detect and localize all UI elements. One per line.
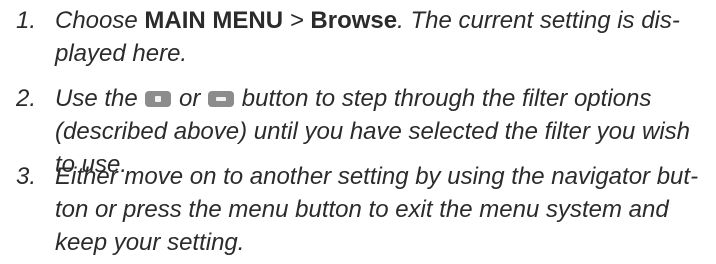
- step-text: or: [172, 85, 208, 112]
- menu-item-browse: Browse: [310, 7, 398, 34]
- step-number: 2.: [16, 85, 37, 112]
- step-text-line: Either move on to another setting by usi…: [55, 163, 699, 190]
- step-number: 1.: [16, 7, 37, 34]
- step-text-line: (described above) until you have selecte…: [55, 118, 691, 145]
- step-text: >: [283, 7, 311, 34]
- minus-button-icon: [208, 91, 235, 107]
- step-text: button to step through the filter option…: [235, 85, 652, 112]
- step-number: 3.: [16, 163, 37, 190]
- step-text: . The current setting is dis-: [397, 7, 680, 34]
- step-text-line: ton or press the menu button to exit the…: [55, 196, 669, 223]
- step-text-line: played here.: [55, 40, 188, 67]
- step-text-line: Choose MAIN MENU > Browse. The current s…: [55, 4, 680, 38]
- plus-button-icon: [145, 91, 172, 107]
- menu-name-main-menu: MAIN MENU: [144, 7, 284, 34]
- step-text-line: keep your setting.: [55, 229, 245, 256]
- step-text: Use the: [55, 85, 145, 112]
- step-text-line: Use the or button to step through the fi…: [55, 82, 651, 116]
- step-text: Choose: [55, 7, 145, 34]
